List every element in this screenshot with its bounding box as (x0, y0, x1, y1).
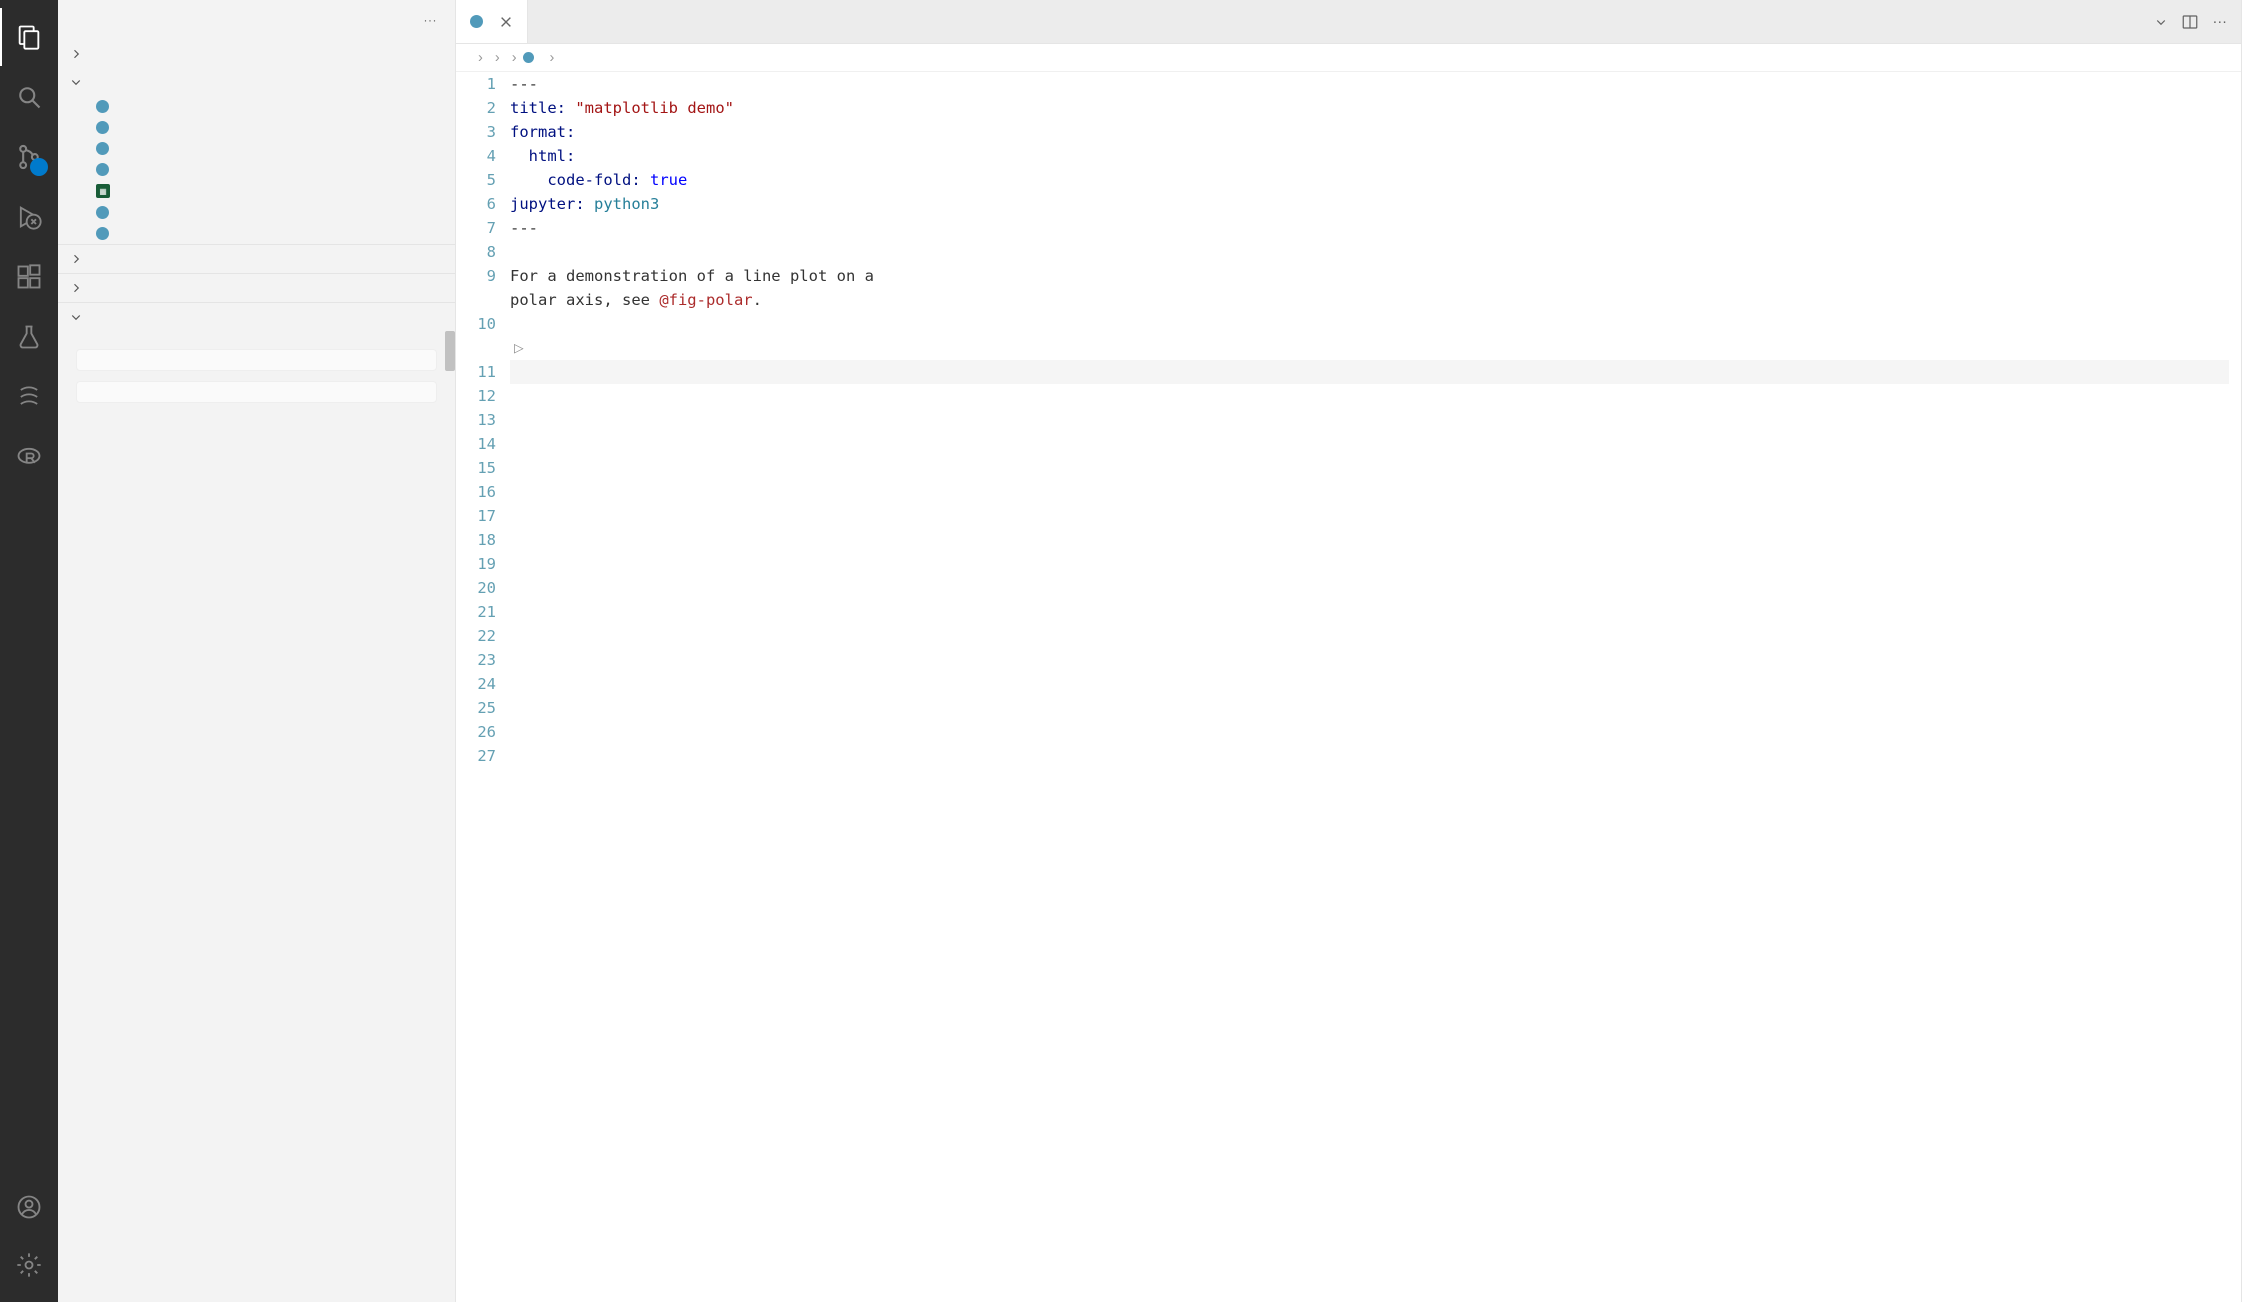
activity-quarto-icon[interactable] (0, 368, 58, 426)
activity-account-icon[interactable] (0, 1178, 58, 1236)
scrollbar-thumb[interactable] (445, 331, 455, 371)
code-lines[interactable]: --- title: "matplotlib demo" format: htm… (510, 72, 2241, 1302)
activity-r-icon[interactable] (0, 428, 58, 486)
chevron-right-icon (68, 46, 84, 62)
section-quarto-help[interactable] (58, 302, 455, 331)
qmd-icon (96, 121, 109, 134)
breadcrumbs[interactable]: › › › › (456, 44, 2241, 72)
sidebar-header: ··· (58, 0, 455, 40)
file-item[interactable] (80, 223, 455, 244)
qmd-icon (523, 52, 534, 63)
activity-bar (0, 0, 58, 1302)
scm-badge (30, 158, 48, 176)
help-content[interactable] (58, 331, 455, 1302)
qmd-icon (96, 227, 109, 240)
activity-explorer-icon[interactable] (0, 8, 58, 66)
chevron-right-icon (68, 251, 84, 267)
line-gutter: 123456789 10 111213141516171819202122232… (456, 72, 510, 1302)
qmd-icon (96, 206, 109, 219)
chevron-down-icon (68, 74, 84, 90)
qmd-icon (96, 142, 109, 155)
section-open-editors[interactable] (58, 40, 455, 68)
activity-bottom (0, 1178, 58, 1294)
help-signatures (76, 349, 437, 371)
file-item[interactable] (80, 138, 455, 159)
section-outline[interactable] (58, 244, 455, 273)
activity-extensions-icon[interactable] (0, 248, 58, 306)
spreadsheet-icon: ▦ (96, 184, 110, 198)
render-dropdown[interactable] (2155, 16, 2167, 28)
sidebar-more-icon[interactable]: ··· (424, 13, 438, 27)
file-item[interactable] (80, 202, 455, 223)
section-project[interactable] (58, 68, 455, 96)
file-item[interactable] (80, 159, 455, 180)
editor-tabs: ··· (456, 0, 2241, 44)
qmd-icon (470, 15, 483, 28)
file-tree: ▦ (58, 96, 455, 244)
file-item[interactable]: ▦ (80, 180, 455, 202)
file-item[interactable] (80, 117, 455, 138)
run-cell-codelens[interactable]: ▷ (510, 336, 2229, 360)
activity-run-icon[interactable] (0, 188, 58, 246)
sidebar: ··· ▦ (58, 0, 456, 1302)
help-example (76, 381, 437, 403)
chevron-right-icon (68, 280, 84, 296)
editor-more-icon[interactable]: ··· (2213, 14, 2228, 30)
chevron-down-icon (68, 309, 84, 325)
qmd-icon (96, 163, 109, 176)
editor-group: ··· › › › › 123456789 10 111213141516171… (456, 0, 2242, 1302)
app-root: ··· ▦ (0, 0, 2242, 1302)
activity-search-icon[interactable] (0, 68, 58, 126)
file-item[interactable] (80, 96, 455, 117)
section-timeline[interactable] (58, 273, 455, 302)
activity-scm-icon[interactable] (0, 128, 58, 186)
editor-tab-actions: ··· (2141, 0, 2242, 43)
qmd-icon (96, 100, 109, 113)
activity-beaker-icon[interactable] (0, 308, 58, 366)
editor-tab[interactable] (456, 0, 528, 43)
activity-settings-icon[interactable] (0, 1236, 58, 1294)
code-editor[interactable]: 123456789 10 111213141516171819202122232… (456, 72, 2241, 1302)
close-icon[interactable] (499, 15, 513, 29)
split-editor-icon[interactable] (2181, 13, 2199, 31)
